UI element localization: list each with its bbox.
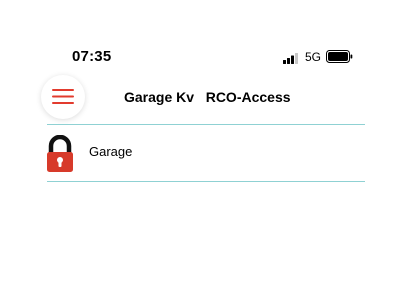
page-title: Garage Kv RCO-Access [124, 89, 291, 105]
divider [47, 124, 365, 125]
status-bar [0, 0, 397, 40]
battery-icon [326, 50, 353, 63]
padlock-icon [47, 135, 73, 172]
list-item-garage[interactable]: Garage [40, 126, 370, 180]
divider [47, 181, 365, 182]
menu-button[interactable] [41, 75, 85, 119]
status-time: 07:35 [72, 48, 112, 65]
list-item-label: Garage [89, 144, 133, 159]
signal-bars-icon [283, 51, 298, 64]
hamburger-menu-icon [52, 89, 74, 104]
network-type: 5G [305, 50, 322, 64]
